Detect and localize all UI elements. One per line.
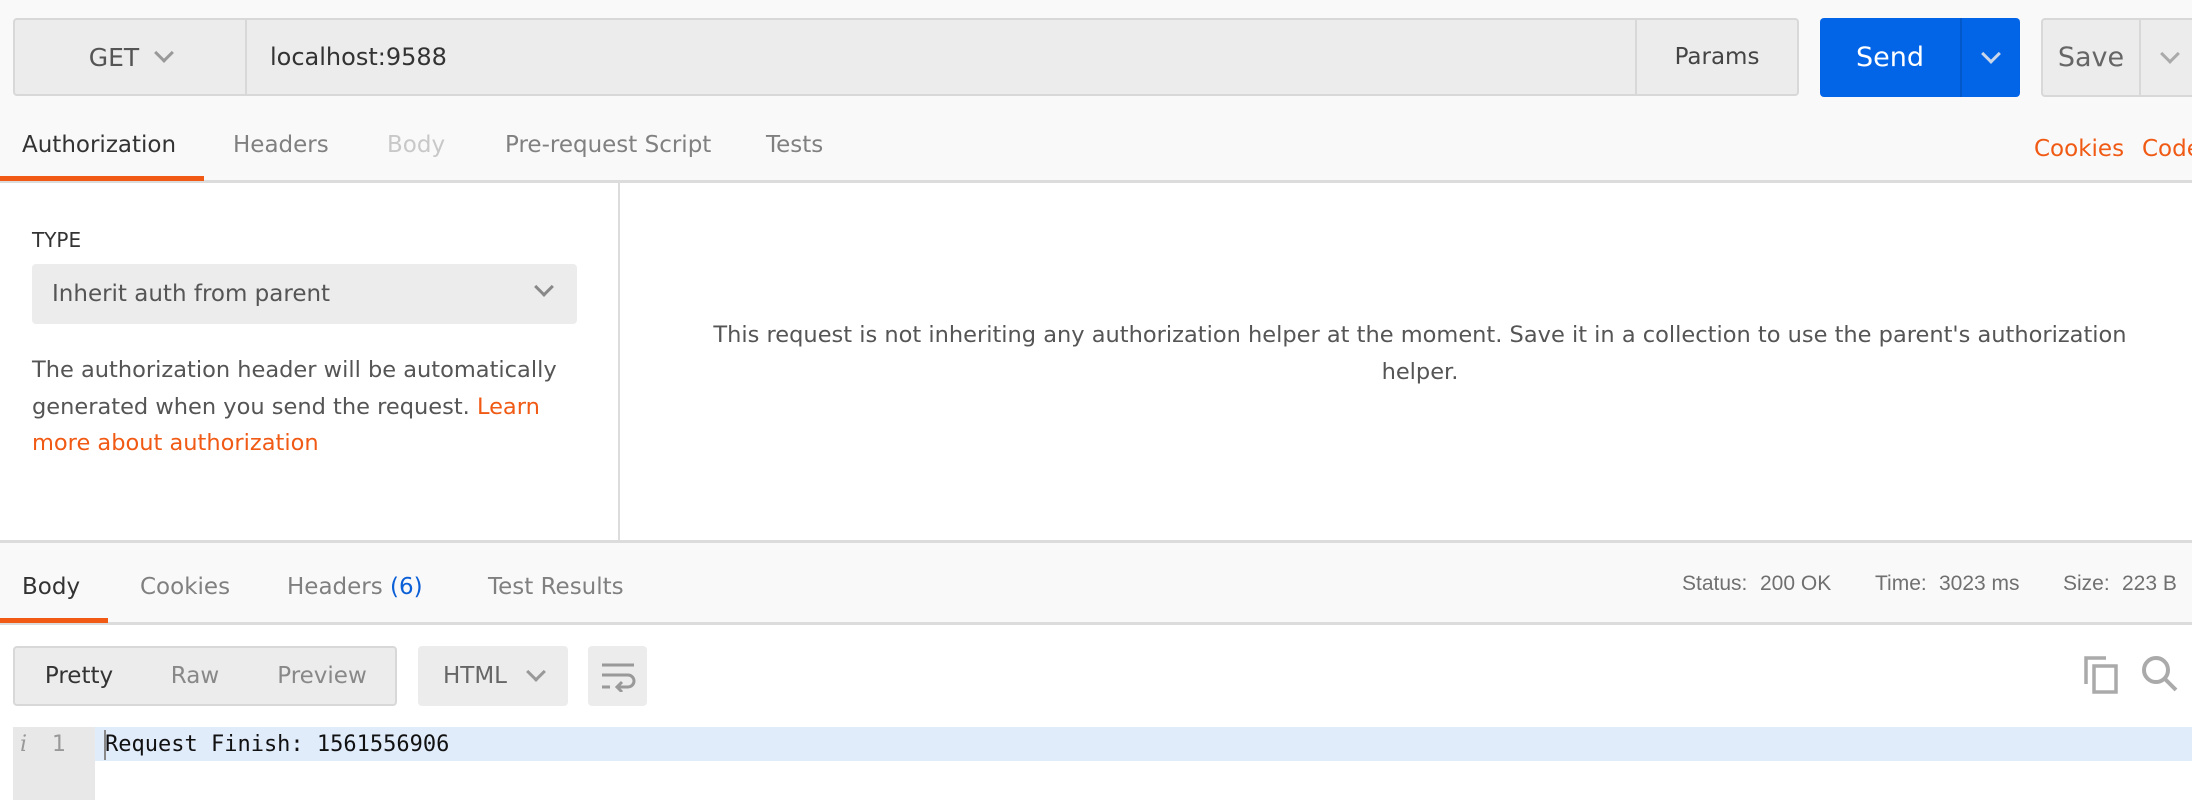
code-line[interactable]: Request Finish: 1561556906	[105, 727, 449, 761]
tab-tests[interactable]: Tests	[766, 132, 823, 158]
active-tab-indicator	[0, 176, 204, 181]
cookies-link[interactable]: Cookies	[2034, 136, 2124, 162]
format-select[interactable]: HTML	[418, 646, 568, 706]
type-label: TYPE	[32, 228, 82, 252]
format-value: HTML	[442, 663, 507, 689]
auth-message: This request is not inheriting any autho…	[713, 322, 2127, 385]
time-value: 3023 ms	[1939, 572, 2020, 595]
auth-type-value: Inherit auth from parent	[52, 281, 331, 307]
chevron-down-icon	[526, 662, 546, 682]
panel-divider	[618, 183, 620, 541]
chevron-down-icon	[154, 43, 175, 63]
tab-authorization[interactable]: Authorization	[22, 132, 176, 158]
auth-type-select[interactable]: Inherit auth from parent	[32, 264, 577, 324]
send-button-group: Send	[1820, 18, 2020, 97]
raw-button[interactable]: Raw	[150, 646, 240, 706]
divider	[0, 540, 2192, 543]
wrap-button[interactable]	[588, 646, 647, 706]
copy-icon[interactable]	[2084, 656, 2118, 694]
response-tab-body[interactable]: Body	[22, 574, 80, 600]
headers-count: (6)	[390, 574, 423, 600]
tab-pre-request-script[interactable]: Pre-request Script	[505, 132, 711, 158]
code-link[interactable]: Code	[2142, 136, 2192, 162]
status-label: Status:	[1682, 572, 1748, 595]
save-button[interactable]: Save	[2043, 20, 2139, 95]
response-tab-headers[interactable]: Headers (6)	[287, 574, 423, 600]
save-button-group: Save	[2041, 18, 2192, 97]
chevron-down-icon	[2160, 43, 2180, 64]
search-icon[interactable]	[2140, 654, 2180, 694]
wrap-icon	[601, 663, 635, 692]
response-tab-cookies[interactable]: Cookies	[140, 574, 230, 600]
active-tab-indicator	[0, 618, 108, 623]
send-dropdown-button[interactable]	[1960, 18, 2020, 97]
chevron-down-icon	[534, 277, 554, 297]
line-number: 1	[52, 731, 66, 757]
response-tab-test-results[interactable]: Test Results	[488, 574, 624, 600]
chevron-down-icon	[1981, 43, 2001, 64]
pretty-button[interactable]: Pretty	[24, 646, 134, 706]
save-dropdown-button[interactable]	[2139, 20, 2192, 95]
auth-description: The authorization header will be automat…	[32, 352, 592, 462]
tab-headers[interactable]: Headers	[233, 132, 329, 158]
info-icon: i	[20, 731, 28, 757]
method-label: GET	[88, 42, 140, 72]
url-bar: GET localhost:9588 Params	[13, 18, 1799, 96]
tab-body[interactable]: Body	[387, 132, 445, 158]
size-label: Size:	[2063, 572, 2110, 595]
size-value: 223 B	[2122, 572, 2177, 595]
url-input[interactable]: localhost:9588	[270, 20, 447, 94]
preview-button[interactable]: Preview	[260, 646, 384, 706]
params-button[interactable]: Params	[1635, 20, 1797, 94]
send-button[interactable]: Send	[1820, 18, 1960, 97]
status-value: 200 OK	[1760, 572, 1832, 595]
headers-label: Headers	[287, 574, 383, 600]
time-label: Time:	[1875, 572, 1927, 595]
method-select[interactable]: GET	[15, 20, 247, 94]
